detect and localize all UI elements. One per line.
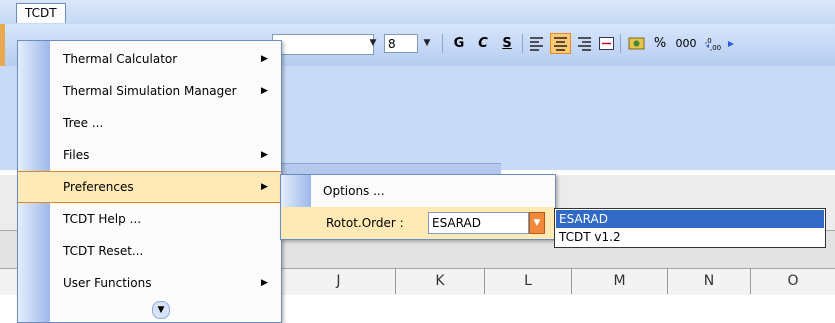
- submenu-arrow-icon: ▶: [261, 182, 268, 192]
- list-item-tcdt-v1-2[interactable]: TCDT v1.2: [556, 228, 824, 246]
- toolbar-separator: [522, 34, 523, 53]
- column-header-l[interactable]: L: [484, 268, 571, 294]
- menu-item-label: Thermal Simulation Manager: [63, 84, 237, 98]
- menu-item-label: Tree ...: [63, 116, 104, 130]
- submenu-item-label: Options ...: [323, 184, 385, 198]
- menu-item-thermal-simulation-manager[interactable]: Thermal Simulation Manager ▶: [18, 75, 281, 107]
- menu-tcdt[interactable]: TCDT: [16, 3, 66, 23]
- rotot-order-combo[interactable]: ESARAD: [428, 212, 529, 234]
- increase-decimal-icon[interactable]: ,0,00: [704, 35, 724, 52]
- submenu-arrow-icon: ▶: [261, 278, 268, 288]
- expand-menu-chevron-icon[interactable]: ▼: [152, 301, 170, 319]
- font-size-dropdown-icon[interactable]: ▼: [420, 34, 434, 53]
- submenu-arrow-icon: ▶: [261, 86, 268, 96]
- font-size-combo[interactable]: 8: [384, 34, 418, 53]
- thousands-button[interactable]: 000: [672, 33, 700, 54]
- menu-item-label: Files: [63, 148, 90, 162]
- align-left-icon[interactable]: [528, 35, 545, 52]
- menu-item-label: TCDT Help ...: [63, 212, 142, 226]
- underline-button[interactable]: S: [498, 33, 516, 54]
- menu-item-files[interactable]: Files ▶: [18, 139, 281, 171]
- svg-text:,00: ,00: [710, 44, 721, 52]
- merge-center-icon[interactable]: [598, 35, 615, 52]
- column-header-o[interactable]: O: [750, 268, 835, 294]
- align-center-icon: [554, 37, 567, 51]
- rotot-order-label: Rotot.Order :: [326, 216, 404, 230]
- preferences-submenu: Options ... Rotot.Order : ESARAD ▼: [280, 174, 556, 240]
- toolbar-separator: [442, 34, 443, 53]
- toolbar-separator: [620, 34, 621, 53]
- percent-button[interactable]: %: [652, 33, 668, 54]
- currency-icon[interactable]: [628, 35, 645, 52]
- submenu-item-options[interactable]: Options ...: [281, 175, 555, 207]
- bold-button[interactable]: G: [450, 33, 468, 54]
- italic-button[interactable]: C: [474, 33, 492, 54]
- align-center-button[interactable]: [550, 33, 571, 54]
- decrease-decimal-icon[interactable]: [726, 35, 736, 52]
- tcdt-menu: Thermal Calculator ▶ Thermal Simulation …: [17, 40, 282, 323]
- column-header-n[interactable]: N: [667, 268, 750, 294]
- menu-item-label: Preferences: [63, 180, 134, 194]
- column-header-m[interactable]: M: [571, 268, 667, 294]
- font-name-combo[interactable]: [272, 34, 374, 55]
- rotot-order-row: Rotot.Order : ESARAD ▼: [281, 207, 555, 239]
- column-header-j[interactable]: J: [281, 268, 395, 294]
- submenu-arrow-icon: ▶: [261, 150, 268, 160]
- rotot-order-listbox: ESARAD TCDT v1.2: [554, 208, 826, 248]
- menu-item-thermal-calculator[interactable]: Thermal Calculator ▶: [18, 43, 281, 75]
- column-header-k[interactable]: K: [395, 268, 484, 294]
- menu-item-label: Thermal Calculator: [63, 52, 178, 66]
- rotot-order-dropdown-button[interactable]: ▼: [529, 212, 545, 234]
- menu-item-tcdt-help[interactable]: TCDT Help ...: [18, 203, 281, 235]
- menu-item-preferences[interactable]: Preferences ▶: [18, 171, 281, 203]
- menu-item-label: TCDT Reset...: [63, 244, 144, 258]
- menu-item-tree[interactable]: Tree ...: [18, 107, 281, 139]
- menu-item-tcdt-reset[interactable]: TCDT Reset...: [18, 235, 281, 267]
- align-right-icon[interactable]: [576, 35, 593, 52]
- menu-item-label: User Functions: [63, 276, 152, 290]
- toolbar-edge: [0, 24, 5, 66]
- list-item-esarad[interactable]: ESARAD: [556, 210, 824, 228]
- submenu-arrow-icon: ▶: [261, 54, 268, 64]
- menu-bar: [0, 0, 835, 25]
- menu-item-user-functions[interactable]: User Functions ▶: [18, 267, 281, 299]
- font-name-dropdown-icon[interactable]: ▼: [366, 34, 380, 53]
